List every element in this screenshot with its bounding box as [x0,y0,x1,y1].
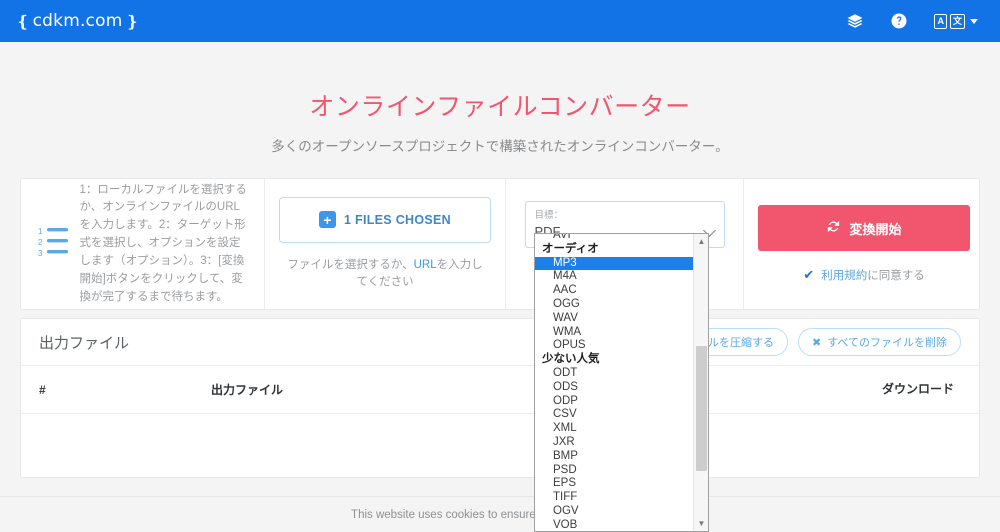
chevron-down-icon [970,18,978,24]
dropdown-option-odp[interactable]: ODP [535,395,695,409]
logo-right-brace: ❵ [125,11,140,31]
dropdown-option-ogv[interactable]: OGV [535,505,695,519]
svg-text:1: 1 [38,227,43,236]
scroll-up-arrow-icon[interactable]: ▲ [694,234,708,249]
svg-text:2: 2 [38,238,43,247]
help-circle-icon[interactable] [890,12,908,30]
terms-link[interactable]: 利用規約 [821,270,867,282]
target-format-dropdown-list[interactable]: AVI オーディオ MP3 M4A AAC OGG WAV WMA OPUS 少ない人気 ODT OD… [534,233,709,532]
howto-text: 1：ローカルファイルを選択するか、オンラインファイルのURLを入力します。2：タ… [79,183,247,303]
page-title: オンラインファイルコンバーター [309,93,691,121]
file-chooser-cell: + 1 FILES CHOSEN ファイルを選択するか、URLを入力してください [265,179,506,309]
dropdown-option-vob[interactable]: VOB [535,519,695,531]
dropdown-option-wma[interactable]: WMA [535,326,695,340]
delete-all-label: すべてのファイルを削除 [827,337,947,349]
language-chip-b: 文 [949,13,965,29]
column-header-index: # [39,382,46,397]
svg-text:3: 3 [38,249,43,258]
dropdown-option-tiff[interactable]: TIFF [535,491,695,505]
refresh-icon [826,219,841,237]
dropdown-group-label: 少ない人気 [542,353,600,366]
check-icon[interactable]: ✔ [803,267,814,283]
logo-text: cdkm.com [32,11,123,31]
dropdown-option-jxr[interactable]: JXR [535,436,695,450]
hero-section: オンラインファイルコンバーター 多くのオープンソースプロジェクトで構築されたオン… [0,42,1000,155]
top-bar-actions: A 文 [846,12,984,30]
scroll-down-arrow-icon[interactable]: ▼ [694,516,708,531]
dropdown-option-odt[interactable]: ODT [535,367,695,381]
terms-agreement: ✔ 利用規約に同意する [803,267,924,283]
plus-icon: + [319,211,336,229]
convert-cell: 変換開始 ✔ 利用規約に同意する [744,179,984,309]
page-subtitle: 多くのオープンソースプロジェクトで構築されたオンラインコンバーター。 [271,139,729,154]
dropdown-group-label: オーディオ [542,242,599,255]
dropdown-option-mp3[interactable]: MP3 [535,256,695,271]
hint-text-before: ファイルを選択するか、 [287,258,414,271]
file-chooser-hint: ファイルを選択するか、URLを入力してください [285,257,485,292]
language-icon[interactable]: A 文 [934,13,978,29]
dropdown-option-ogg[interactable]: OGG [535,298,695,312]
dropdown-scroll-thumb[interactable] [696,346,707,471]
delete-all-button[interactable]: ✖ すべてのファイルを削除 [797,328,961,356]
dropdown-option-aac[interactable]: AAC [535,284,695,298]
dropdown-option-avi[interactable]: AVI [535,234,695,243]
column-header-download: ダウンロード [881,382,954,397]
output-files-title: 出力ファイル [39,334,130,352]
logo-left-brace: ❴ [16,11,30,31]
dropdown-option-xml[interactable]: XML [535,422,695,436]
start-conversion-label: 変換開始 [849,221,902,237]
start-conversion-button[interactable]: 変換開始 [758,205,970,251]
layers-icon[interactable] [846,12,864,30]
column-header-output-file: 出力ファイル [211,383,284,397]
dropdown-option-psd[interactable]: PSD [535,464,695,478]
cookie-notice-bar: This website uses cookies to ensure you … [0,496,1000,532]
choose-files-button[interactable]: + 1 FILES CHOSEN [279,196,491,243]
output-files-header: 出力ファイル すべてのファイルを圧縮する ✖ すべてのファイルを削除 [21,319,979,366]
dropdown-option-wav[interactable]: WAV [535,312,695,326]
target-format-label: 目標： [534,210,564,221]
top-navigation-bar: ❴ cdkm.com ❵ A 文 [0,0,1000,42]
dropdown-option-eps[interactable]: EPS [535,477,695,491]
howto-cell: 1 2 3 1：ローカルファイルを選択するか、オンラインファイルのURLを入力し… [21,179,265,309]
dropdown-option-bmp[interactable]: BMP [535,450,695,464]
terms-tail-text: に同意する [867,270,925,282]
dropdown-option-csv[interactable]: CSV [535,408,695,422]
dropdown-option-opus[interactable]: OPUS [535,339,695,353]
output-files-panel: 出力ファイル すべてのファイルを圧縮する ✖ すべてのファイルを削除 # 出力フ… [20,318,980,478]
dropdown-options: AVI オーディオ MP3 M4A AAC OGG WAV WMA OPUS 少ない人気 ODT OD… [535,234,695,531]
dropdown-option-ods[interactable]: ODS [535,381,695,395]
url-input-link[interactable]: URL [414,259,437,271]
site-logo[interactable]: ❴ cdkm.com ❵ [16,11,139,31]
close-icon: ✖ [811,336,822,349]
dropdown-scrollbar[interactable]: ▲ ▼ [693,234,708,531]
choose-files-label: 1 FILES CHOSEN [344,212,451,227]
language-chip-a: A [934,13,947,29]
dropdown-option-m4a[interactable]: M4A [535,270,695,284]
output-table-header: # 出力ファイル ダウンロード [21,366,979,414]
converter-panel: 1 2 3 1：ローカルファイルを選択するか、オンラインファイルのURLを入力し… [20,178,980,310]
output-table-body [21,414,979,444]
ordered-list-icon: 1 2 3 [38,225,68,264]
